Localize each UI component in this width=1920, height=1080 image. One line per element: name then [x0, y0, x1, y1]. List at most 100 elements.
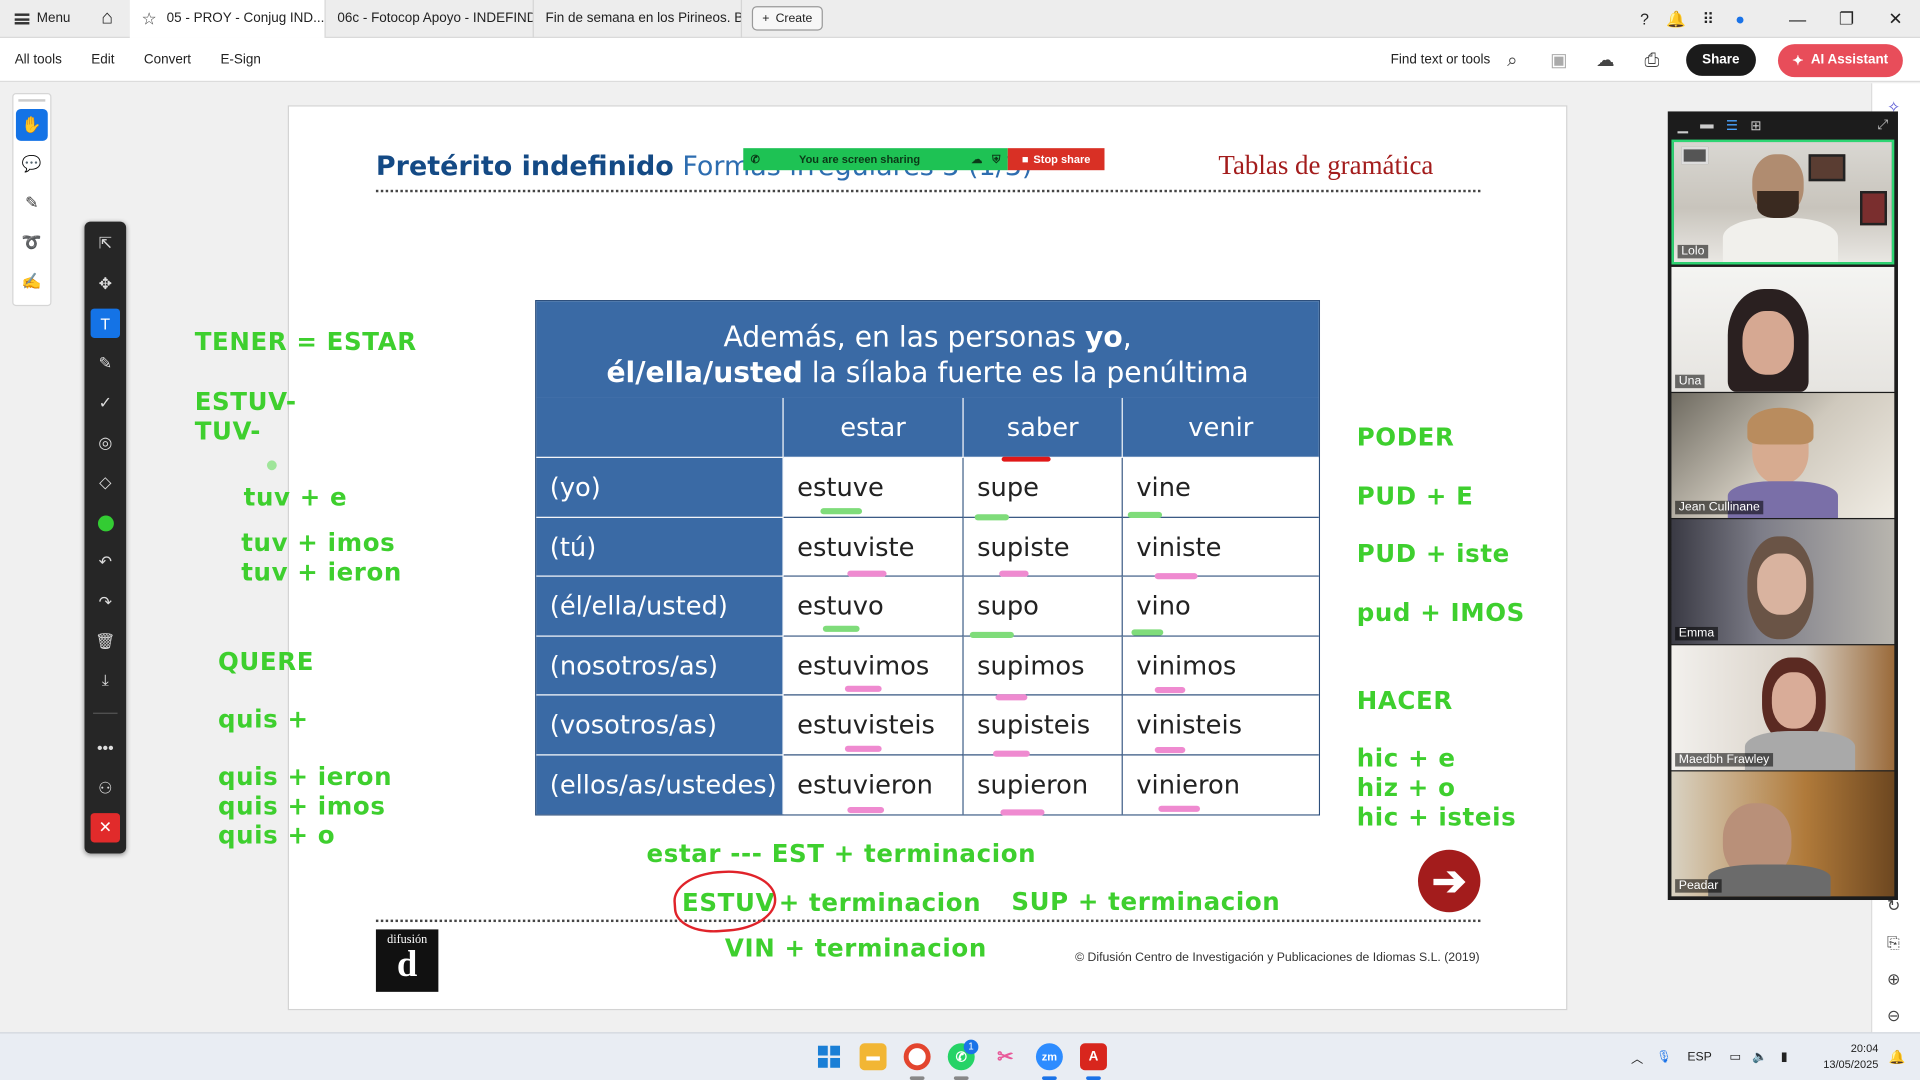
tab-document-3[interactable]: Fin de semana en los Pirineos. B...	[533, 0, 742, 38]
tab-label: 05 - PROY - Conjug IND...	[166, 11, 325, 26]
ai-assistant-button[interactable]: ✦ AI Assistant	[1777, 43, 1903, 77]
app-toolbar: All tools Edit Convert E-Sign Find text …	[0, 37, 1920, 83]
pen-icon[interactable]: ✎	[91, 349, 120, 378]
user-settings-icon[interactable]: ⚇	[91, 774, 120, 803]
sign-icon[interactable]: ✍	[16, 266, 48, 298]
check-icon[interactable]: ✓	[91, 388, 120, 417]
participant-tile[interactable]: Peadar	[1671, 771, 1895, 897]
table-cell: estuvieron	[783, 755, 964, 815]
taskbar: ▬ ✆ 1 ✂ zm A ︿ 🎙 ESP ▭ 🔈 ▮ 20:04 13/05/2…	[0, 1032, 1920, 1080]
spotlight-icon[interactable]: ◎	[91, 429, 120, 458]
notification-bell-icon[interactable]: 🔔	[1889, 1049, 1906, 1066]
speaker-view-icon[interactable]: ☰	[1726, 117, 1738, 133]
lasso-icon[interactable]: ➰	[16, 227, 48, 259]
note-text: quis + imos	[217, 791, 386, 821]
expand-icon[interactable]: ⤢	[1877, 117, 1888, 133]
zoom-out-icon[interactable]: ⊖	[1887, 1007, 1900, 1027]
chrome-icon[interactable]	[903, 1043, 931, 1071]
plus-icon: +	[762, 11, 770, 26]
participant-tile[interactable]: Lolo	[1671, 139, 1895, 265]
bell-icon[interactable]: 🔔	[1660, 9, 1692, 29]
file-explorer-icon[interactable]: ▬	[859, 1043, 887, 1071]
pink-highlight	[847, 806, 885, 814]
participant-name: Jean Cullinane	[1675, 500, 1764, 515]
minimize-icon[interactable]: —	[1773, 9, 1822, 29]
participant-tile[interactable]: Una	[1671, 266, 1895, 392]
bottom-dotted-line	[375, 919, 1481, 923]
text-tool-icon[interactable]: T	[90, 308, 121, 338]
menu-esign[interactable]: E-Sign	[206, 52, 276, 67]
zoom-app-icon[interactable]: zm	[1035, 1043, 1063, 1071]
find-label: Find text or tools	[1390, 52, 1491, 68]
upload-cloud-icon[interactable]: ☁	[1593, 49, 1617, 71]
note-text: tuv + ieron	[241, 557, 402, 587]
help-icon[interactable]: ?	[1629, 10, 1661, 28]
tab-document-2[interactable]: 06c - Fotocop Apoyo - INDEFIND...	[325, 0, 534, 38]
hand-tool-icon[interactable]: ✋	[15, 108, 48, 141]
color-green-icon[interactable]	[91, 508, 120, 537]
menu-all-tools[interactable]: All tools	[0, 52, 77, 67]
windows-start-icon[interactable]	[816, 1043, 843, 1070]
globe-icon[interactable]: ●	[1724, 10, 1756, 28]
table-cell: vinimos	[1122, 636, 1319, 696]
stop-share-button[interactable]: ■ Stop share	[1007, 148, 1105, 171]
minimize-panel-icon[interactable]: ▁	[1678, 117, 1688, 133]
apps-grid-icon[interactable]: ⠿	[1692, 9, 1724, 29]
pink-highlight	[1154, 746, 1186, 754]
create-button[interactable]: + Create	[751, 6, 824, 31]
page-search-icon[interactable]: ⎘	[1887, 933, 1900, 953]
volume-icon[interactable]: 🔈	[1749, 1051, 1771, 1064]
pink-highlight	[995, 694, 1028, 701]
print-icon[interactable]: ⎙	[1640, 50, 1664, 71]
chevron-up-icon[interactable]: ︿	[1624, 1048, 1651, 1066]
menu-convert[interactable]: Convert	[129, 52, 206, 67]
download-icon[interactable]: ⤓	[91, 666, 120, 695]
participant-tile[interactable]: Jean Cullinane	[1671, 393, 1895, 518]
banner-text: Además, en las personas	[723, 322, 1085, 354]
menu-button[interactable]: Menu	[0, 0, 85, 37]
stop-icon: ■	[1021, 153, 1029, 166]
battery-icon[interactable]: ▮	[1771, 1051, 1798, 1064]
maximize-icon[interactable]: ❐	[1822, 9, 1871, 30]
microphone-icon[interactable]: 🎙	[1651, 1051, 1678, 1064]
menu-label: Menu	[36, 11, 71, 26]
cloud-icon[interactable]: ☁	[971, 152, 982, 165]
wall-frame	[1681, 146, 1709, 165]
zoom-in-icon[interactable]: ⊕	[1887, 970, 1900, 990]
note-text: estar --- EST + terminacion	[646, 838, 1037, 869]
participant-face	[1757, 553, 1807, 615]
note-text: pud + IMOS	[1356, 597, 1525, 627]
find-tools[interactable]: Find text or tools ⌕	[1391, 50, 1525, 71]
snipping-tool-icon[interactable]: ✂	[992, 1043, 1019, 1070]
close-window-icon[interactable]: ✕	[1871, 9, 1920, 30]
share-button[interactable]: Share	[1686, 44, 1756, 76]
create-label: Create	[775, 11, 813, 26]
undo-icon[interactable]: ↶	[91, 547, 120, 576]
save-icon[interactable]: ▣	[1547, 49, 1571, 71]
display-icon[interactable]: ▭	[1722, 1051, 1749, 1064]
select-arrow-icon[interactable]: ⇱	[91, 229, 120, 258]
tab-document-1[interactable]: ☆ 05 - PROY - Conjug IND... ✕	[129, 0, 326, 38]
gallery-view-icon[interactable]: ⊞	[1750, 117, 1761, 133]
participant-tile[interactable]: Emma	[1671, 519, 1895, 645]
acrobat-icon[interactable]: A	[1080, 1043, 1107, 1071]
shield-icon[interactable]: ⛨	[992, 152, 1000, 165]
move-icon[interactable]: ✥	[91, 269, 120, 298]
trash-icon[interactable]: 🗑	[91, 627, 120, 656]
participant-tile[interactable]: Maedbh Frawley	[1671, 645, 1895, 771]
next-arrow-icon[interactable]: ➔	[1417, 849, 1481, 913]
banner-bold-yo: yo	[1084, 322, 1123, 354]
clock[interactable]: 20:04 13/05/2025	[1823, 1041, 1878, 1073]
highlight-pen-icon[interactable]: ✎	[16, 187, 48, 219]
home-icon[interactable]: ⌂	[85, 0, 129, 37]
rail-divider	[18, 99, 46, 102]
more-icon[interactable]: •••	[91, 732, 120, 761]
close-annotation-icon[interactable]: ✕	[90, 813, 121, 843]
star-icon[interactable]: ☆	[141, 8, 156, 29]
language-indicator[interactable]: ESP	[1678, 1051, 1722, 1064]
eraser-icon[interactable]: ◇	[91, 468, 120, 497]
single-view-icon[interactable]: ▬	[1700, 118, 1713, 133]
menu-edit[interactable]: Edit	[77, 52, 130, 67]
comment-icon[interactable]: 💬	[16, 148, 48, 180]
redo-icon[interactable]: ↷	[91, 588, 120, 617]
